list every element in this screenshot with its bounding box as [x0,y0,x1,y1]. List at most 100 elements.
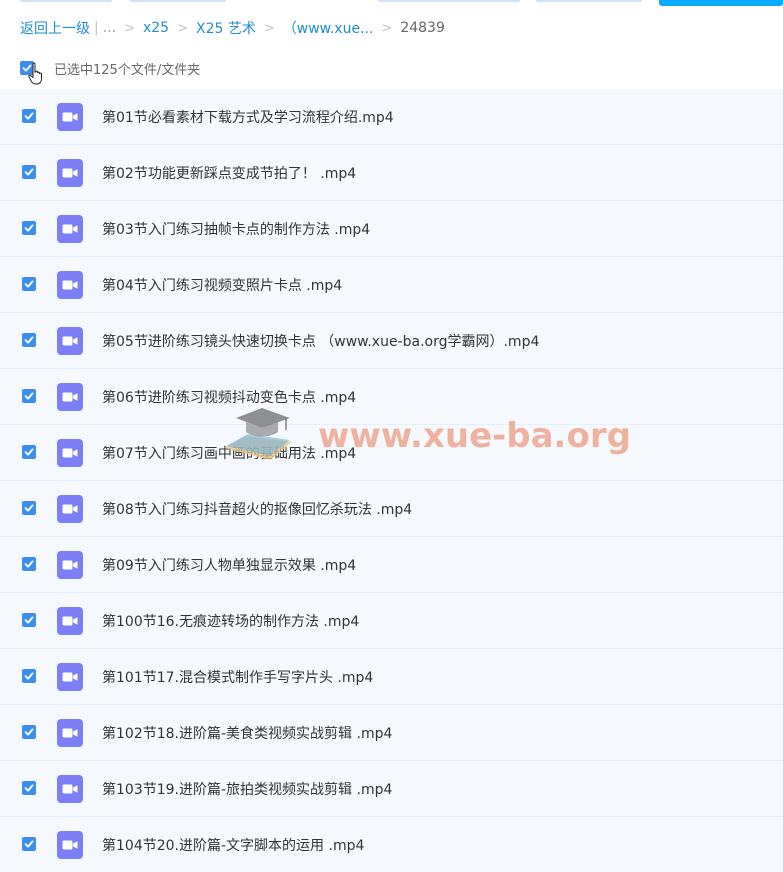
primary-action-button[interactable] [659,0,783,6]
file-name[interactable]: 第05节进阶练习镜头快速切换卡点 （www.xue-ba.org学霸网）.mp4 [102,331,539,351]
checkmark-icon [24,168,34,176]
file-row[interactable]: 第104节20.进阶篇-文字脚本的运用 .mp4 [0,817,783,872]
file-name[interactable]: 第103节19.进阶篇-旅拍类视频实战剪辑 .mp4 [102,779,392,799]
tab-indicator[interactable] [378,0,520,2]
file-row[interactable]: 第08节入门练习抖音超火的抠像回忆杀玩法 .mp4 [0,481,783,537]
video-file-icon [57,215,83,243]
file-name[interactable]: 第08节入门练习抖音超火的抠像回忆杀玩法 .mp4 [102,499,412,519]
file-name[interactable]: 第06节进阶练习视频抖动变色卡点 .mp4 [102,387,356,407]
checkmark-icon [24,504,34,512]
video-camera-icon [62,112,78,122]
checkmark-icon [24,560,34,568]
breadcrumb-separator: > [381,20,393,36]
file-row[interactable]: 第101节17.混合模式制作手写字片头 .mp4 [0,649,783,705]
tab-indicator[interactable] [20,0,112,2]
file-browser: 返回上一级 | ... > x25 > X25 艺术 > （www.xue...… [0,0,783,872]
tab-indicator[interactable] [536,0,642,2]
checkmark-icon [24,280,34,288]
video-file-icon [57,551,83,579]
video-file-icon [57,775,83,803]
checkmark-icon [24,840,34,848]
file-row[interactable]: 第07节入门练习画中画的基础用法 .mp4 [0,425,783,481]
checkmark-icon [24,448,34,456]
breadcrumb-separator: > [263,20,275,36]
breadcrumb-divider: | [94,20,99,36]
hand-pointer-icon [28,62,42,85]
video-camera-icon [62,168,78,178]
file-checkbox[interactable] [22,445,36,459]
file-name[interactable]: 第01节必看素材下载方式及学习流程介绍.mp4 [102,107,394,127]
file-row[interactable]: 第103节19.进阶篇-旅拍类视频实战剪辑 .mp4 [0,761,783,817]
checkmark-icon [24,112,34,120]
file-checkbox[interactable] [22,669,36,683]
file-row[interactable]: 第02节功能更新踩点变成节拍了！ .mp4 [0,145,783,201]
video-camera-icon [62,784,78,794]
checkmark-icon [24,784,34,792]
checkmark-icon [24,336,34,344]
breadcrumb-item-x25[interactable]: x25 [143,20,169,36]
video-file-icon [57,719,83,747]
video-camera-icon [62,224,78,234]
selection-count-label: 已选中125个文件/文件夹 [54,62,201,78]
file-name[interactable]: 第104节20.进阶篇-文字脚本的运用 .mp4 [102,835,364,855]
video-file-icon [57,383,83,411]
file-name[interactable]: 第100节16.无痕迹转场的制作方法 .mp4 [102,611,359,631]
file-row[interactable]: 第100节16.无痕迹转场的制作方法 .mp4 [0,593,783,649]
video-camera-icon [62,672,78,682]
file-name[interactable]: 第07节入门练习画中画的基础用法 .mp4 [102,443,356,463]
file-row[interactable]: 第03节入门练习抽帧卡点的制作方法 .mp4 [0,201,783,257]
file-name[interactable]: 第02节功能更新踩点变成节拍了！ .mp4 [102,163,356,183]
file-checkbox[interactable] [22,109,36,123]
breadcrumb: 返回上一级 | ... > x25 > X25 艺术 > （www.xue...… [20,18,445,38]
file-name[interactable]: 第09节入门练习人物单独显示效果 .mp4 [102,555,356,575]
file-list: 第01节必看素材下载方式及学习流程介绍.mp4 第02节功能更新踩点变成节拍了！… [0,89,783,872]
file-checkbox[interactable] [22,501,36,515]
video-camera-icon [62,728,78,738]
video-camera-icon [62,616,78,626]
video-camera-icon [62,280,78,290]
file-checkbox[interactable] [22,725,36,739]
back-link[interactable]: 返回上一级 [20,18,90,38]
video-camera-icon [62,560,78,570]
file-row[interactable]: 第06节进阶练习视频抖动变色卡点 .mp4 [0,369,783,425]
file-checkbox[interactable] [22,221,36,235]
video-file-icon [57,831,83,859]
breadcrumb-current: 24839 [400,20,445,36]
video-file-icon [57,663,83,691]
file-checkbox[interactable] [22,389,36,403]
file-checkbox[interactable] [22,333,36,347]
breadcrumb-separator: > [124,20,135,36]
breadcrumb-ellipsis[interactable]: ... [103,20,116,36]
file-row[interactable]: 第09节入门练习人物单独显示效果 .mp4 [0,537,783,593]
tab-indicator[interactable] [130,0,226,2]
file-name[interactable]: 第04节入门练习视频变照片卡点 .mp4 [102,275,342,295]
video-file-icon [57,271,83,299]
file-row[interactable]: 第04节入门练习视频变照片卡点 .mp4 [0,257,783,313]
video-file-icon [57,159,83,187]
video-file-icon [57,103,83,131]
checkmark-icon [24,392,34,400]
file-name[interactable]: 第102节18.进阶篇-美食类视频实战剪辑 .mp4 [102,723,392,743]
file-row[interactable]: 第102节18.进阶篇-美食类视频实战剪辑 .mp4 [0,705,783,761]
video-file-icon [57,439,83,467]
breadcrumb-item-xueba[interactable]: （www.xue... [283,18,374,38]
video-file-icon [57,327,83,355]
file-name[interactable]: 第03节入门练习抽帧卡点的制作方法 .mp4 [102,219,370,239]
file-checkbox[interactable] [22,165,36,179]
top-tab-strip [0,0,783,6]
file-row[interactable]: 第01节必看素材下载方式及学习流程介绍.mp4 [0,89,783,145]
file-checkbox[interactable] [22,277,36,291]
breadcrumb-item-x25-art[interactable]: X25 艺术 [196,18,256,38]
breadcrumb-separator: > [177,20,188,36]
file-checkbox[interactable] [22,837,36,851]
file-checkbox[interactable] [22,613,36,627]
checkmark-icon [24,616,34,624]
file-row[interactable]: 第05节进阶练习镜头快速切换卡点 （www.xue-ba.org学霸网）.mp4 [0,313,783,369]
checkmark-icon [24,224,34,232]
file-checkbox[interactable] [22,781,36,795]
video-camera-icon [62,448,78,458]
file-name[interactable]: 第101节17.混合模式制作手写字片头 .mp4 [102,667,373,687]
select-all-bar: 已选中125个文件/文件夹 [20,58,200,78]
file-checkbox[interactable] [22,557,36,571]
video-camera-icon [62,336,78,346]
